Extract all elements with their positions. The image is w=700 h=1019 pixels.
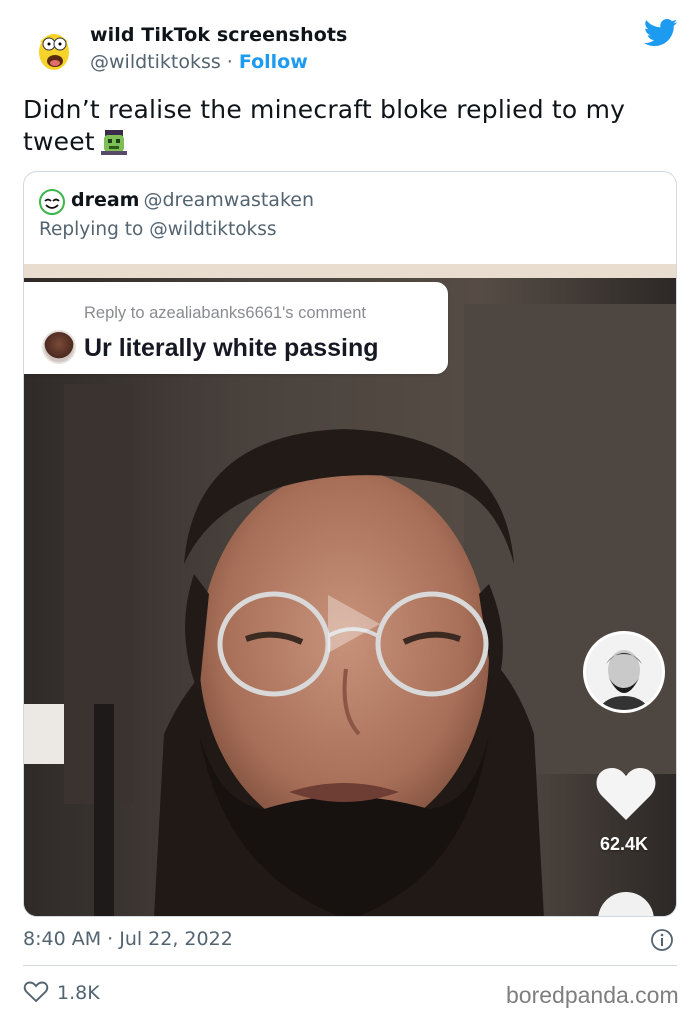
like-count: 1.8K (57, 982, 100, 1004)
author-name[interactable]: wild TikTok screenshots (90, 24, 347, 46)
like-button[interactable]: 1.8K (23, 980, 100, 1004)
watermark: boredpanda.com (506, 982, 679, 1008)
tiktok-video[interactable]: Reply to azealiabanks6661's comment Ur l… (24, 264, 676, 916)
comment-text: Ur literally white passing (84, 334, 379, 362)
heart-icon (23, 981, 49, 1003)
author-avatar[interactable] (30, 22, 78, 74)
tweet-text: Didn’t realise the minecraft bloke repli… (23, 94, 673, 158)
creator-portrait (586, 634, 662, 710)
quoted-author-row: dream @dreamwastaken (71, 189, 314, 211)
tweet-timestamp[interactable]: 8:40 AM · Jul 22, 2022 (23, 928, 233, 950)
commenter-avatar (42, 330, 76, 364)
divider (23, 965, 677, 966)
tiktok-creator-avatar[interactable] (583, 631, 665, 713)
twitter-bird-icon[interactable] (644, 18, 678, 48)
replying-mention[interactable]: @wildtiktokss (149, 219, 276, 240)
quoted-author-name[interactable]: dream (71, 189, 139, 211)
handle-separator: · (220, 51, 239, 73)
play-icon[interactable] (314, 589, 384, 659)
tiktok-comment-bubble: Reply to azealiabanks6661's comment Ur l… (24, 282, 448, 374)
dream-avatar[interactable] (39, 189, 65, 215)
tiktok-like-count: 62.4K (599, 834, 649, 854)
follow-button[interactable]: Follow (239, 51, 308, 73)
author-handle-row: @wildtiktokss · Follow (90, 51, 308, 73)
quoted-tweet[interactable]: dream @dreamwastaken Replying to @wildtik… (23, 171, 677, 917)
zombie-emoji-icon (100, 130, 127, 155)
tiktok-heart-icon[interactable] (594, 764, 658, 824)
info-icon[interactable] (650, 928, 674, 952)
comment-header: Reply to azealiabanks6661's comment (84, 304, 366, 322)
replying-to: Replying to @wildtiktokss (39, 219, 277, 240)
author-handle[interactable]: @wildtiktokss (90, 51, 221, 73)
tweet-header: wild TikTok screenshots @wildtiktokss · … (0, 0, 700, 86)
replying-prefix: Replying to (39, 219, 150, 240)
quoted-author-handle[interactable]: @dreamwastaken (143, 189, 314, 211)
